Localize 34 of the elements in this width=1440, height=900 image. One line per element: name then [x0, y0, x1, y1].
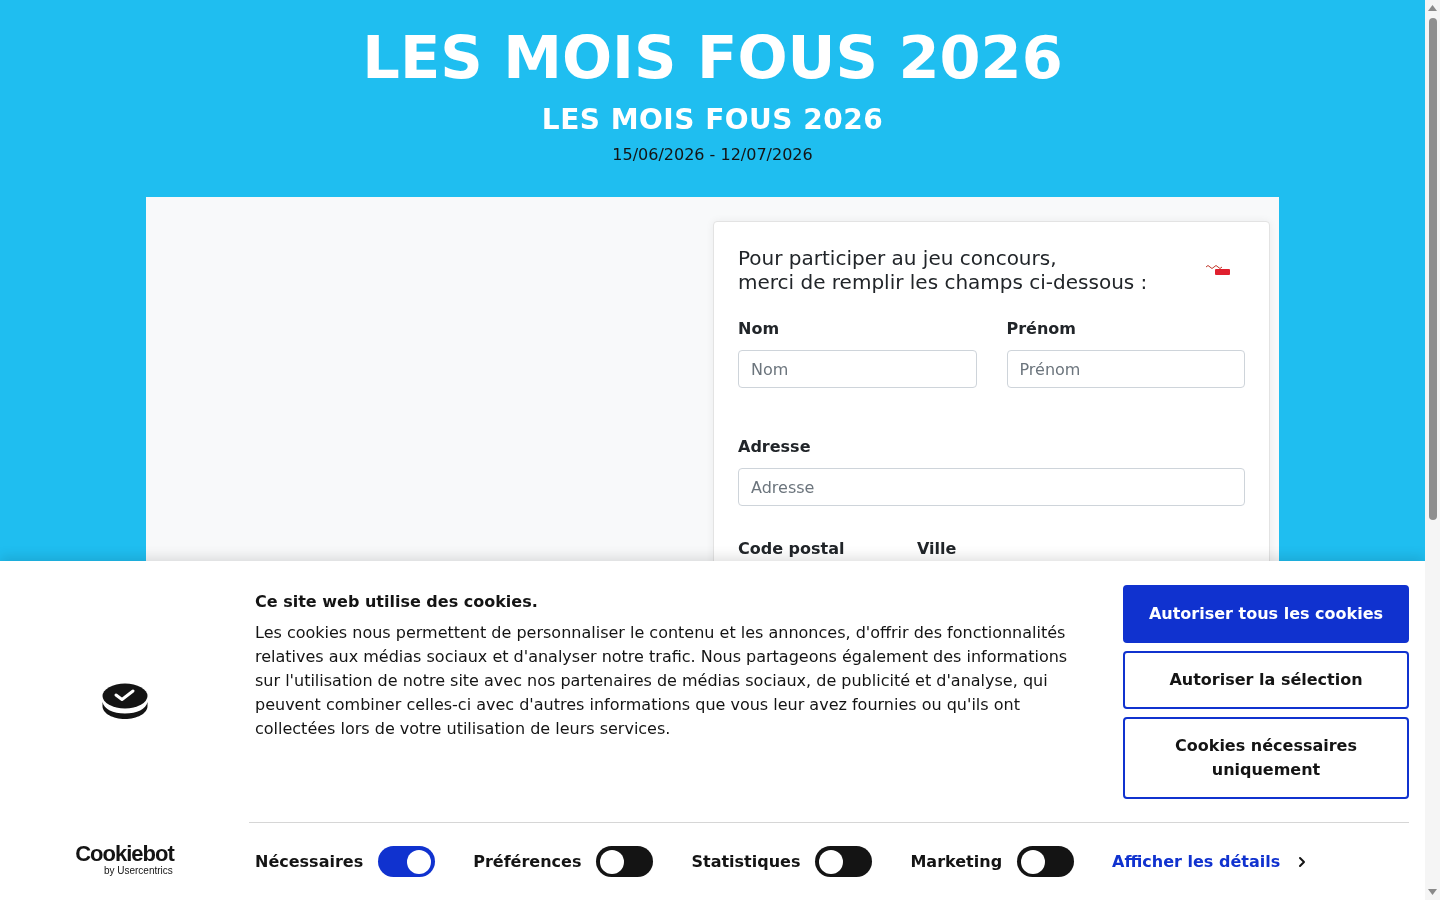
field-label: Nom — [738, 318, 780, 340]
toggle-switch[interactable] — [596, 846, 654, 877]
text-input[interactable]: Nom — [738, 350, 977, 388]
toggle-switch[interactable] — [378, 846, 436, 877]
text-input[interactable]: Adresse — [738, 468, 1245, 506]
toggle-label: Nécessaires — [255, 850, 364, 873]
cookie-title: Ce site web utilise des cookies. — [255, 591, 539, 613]
consent-button[interactable]: Cookies nécessaires uniquement — [1123, 717, 1409, 799]
brand-byline: by Usercentrics — [103, 865, 173, 876]
toggle-switch[interactable] — [815, 846, 873, 877]
toggle-label: Marketing — [910, 850, 1003, 873]
field-label: Ville — [917, 538, 957, 560]
form-intro: Pour participer au jeu concours, merci de remplir les champs ci-dessous : — [738, 246, 1148, 294]
text-input[interactable]: Prénom — [1006, 350, 1245, 388]
consent-button[interactable]: Autoriser tous les cookies — [1123, 585, 1409, 643]
scroll-up-arrow-icon[interactable] — [1428, 5, 1437, 11]
cookie-check-icon — [101, 683, 148, 719]
cookie-description: Les cookies nous permettent de personnaliser le contenu et les annonces, d'offrir des fonctionnalités relatives aux médias sociaux et d'analyser notre trafic. Nous partageons également des informations sur l'utilisation de notre site avec nos partenaires de médias sociaux, de publicité et d'analyse, qui peuvent combiner celles-ci avec d'autres informations que vous leur avez fournies ou qu'ils ont collectées lors de votre utilisation de leurs services. — [255, 622, 1069, 740]
field-label: Code postal — [738, 538, 845, 560]
field-label: Adresse — [738, 436, 811, 458]
logo-icon — [1205, 262, 1231, 276]
toggle-label: Préférences — [473, 850, 582, 873]
toggle-switch[interactable] — [1017, 846, 1075, 877]
field-label: Prénom — [1006, 318, 1077, 340]
page-subtitle: LES MOIS FOUS 2026 — [541, 102, 884, 138]
scrollbar-thumb[interactable] — [1428, 18, 1437, 520]
date-range: 15/06/2026 - 12/07/2026 — [612, 144, 813, 166]
page-title: LES MOIS FOUS 2026 — [362, 22, 1063, 94]
scrollbar[interactable] — [1425, 0, 1440, 900]
details-link[interactable]: Afficher les détails — [1112, 849, 1281, 874]
brand-name: Cookiebot — [75, 843, 174, 865]
toggle-label: Statistiques — [691, 850, 801, 873]
consent-button[interactable]: Autoriser la sélection — [1123, 651, 1409, 709]
scroll-down-arrow-icon[interactable] — [1428, 889, 1437, 895]
